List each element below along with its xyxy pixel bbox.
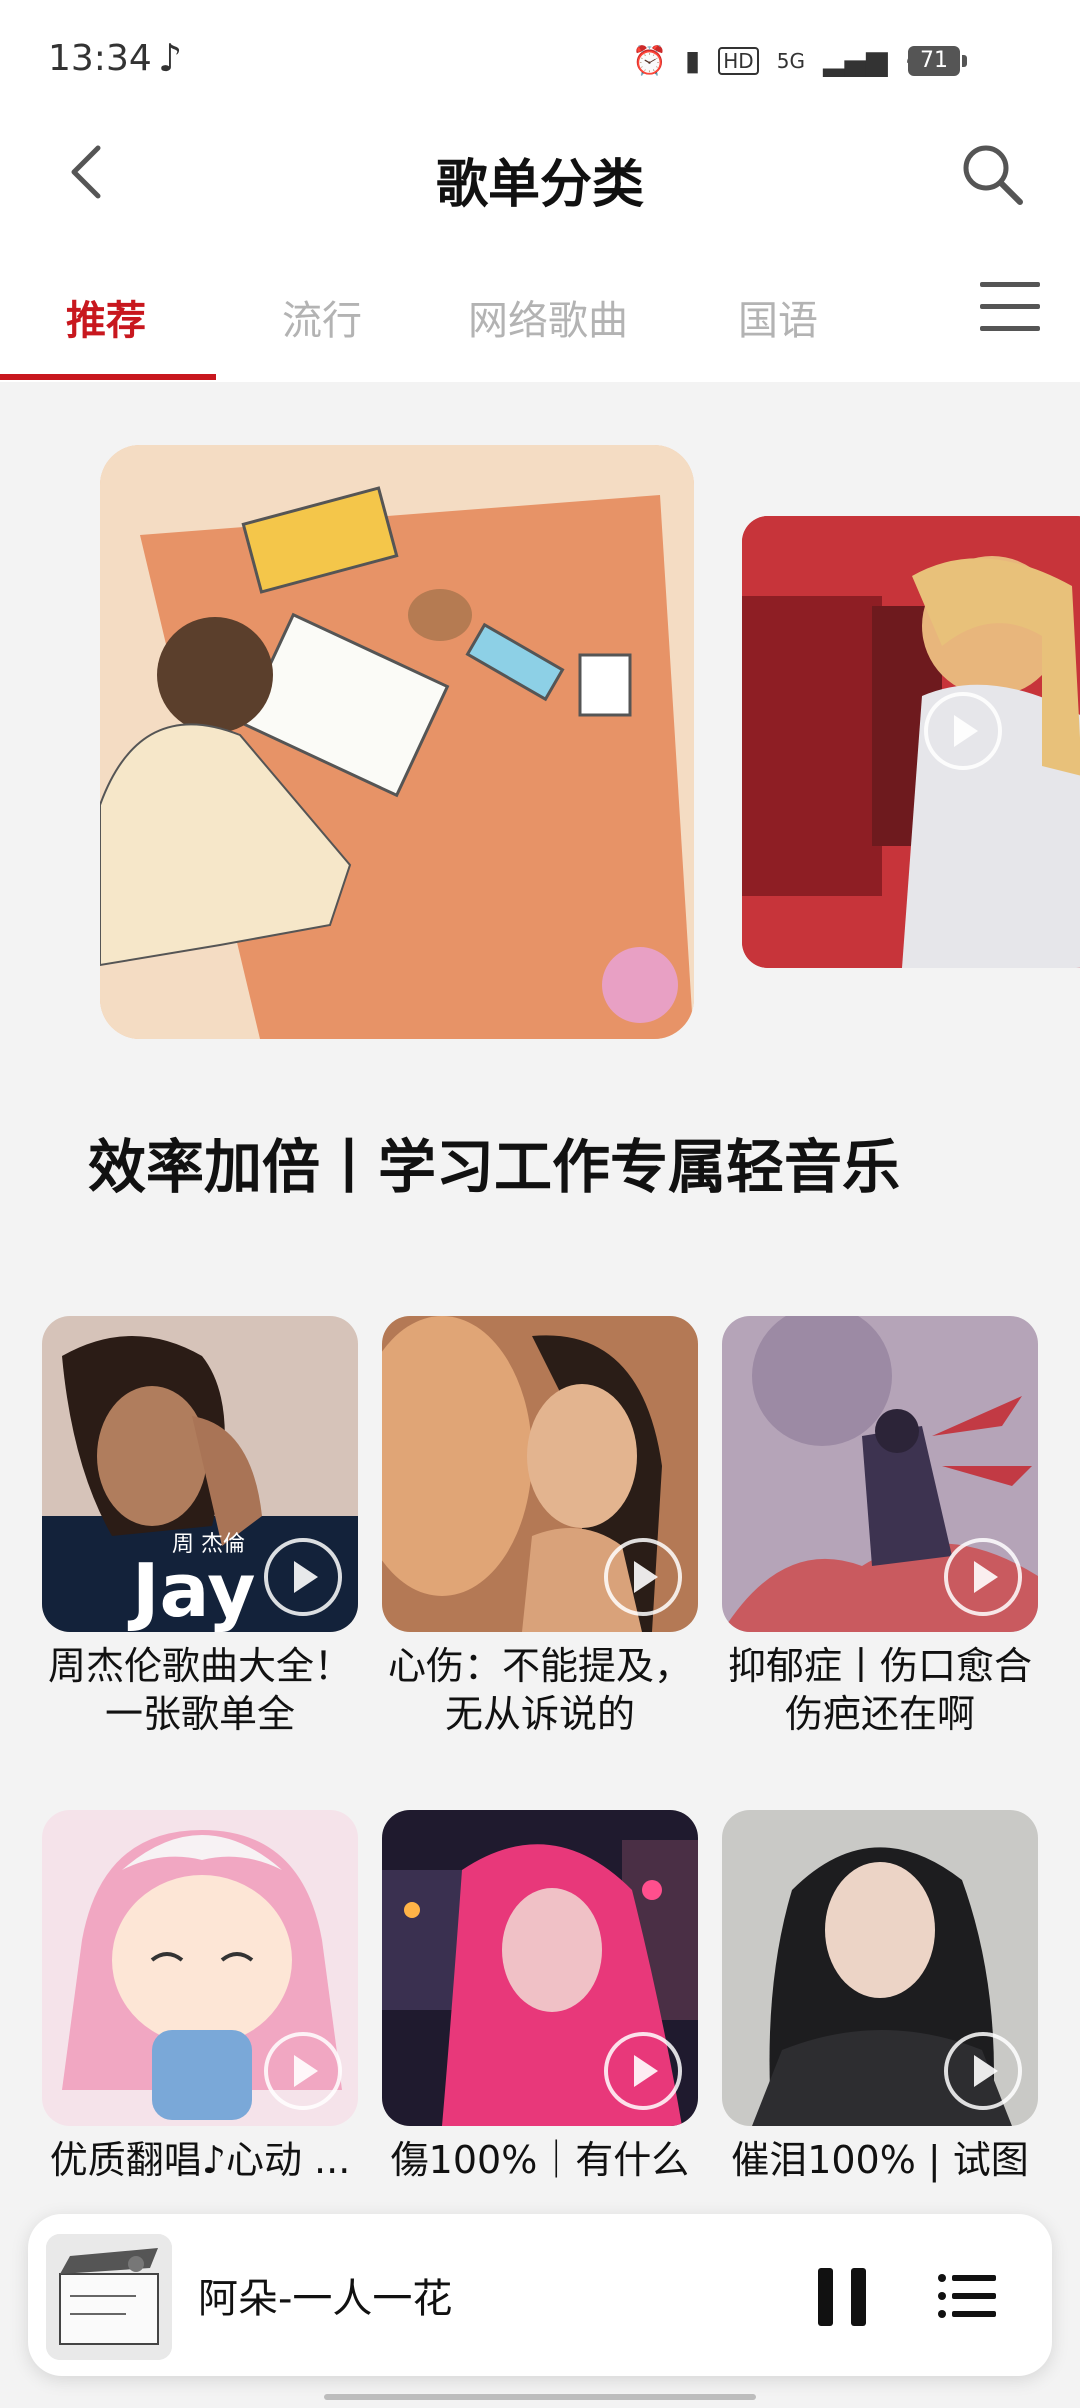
svg-text:Jay: Jay (127, 1548, 255, 1632)
tab-internet-songs[interactable]: 网络歌曲 (468, 288, 628, 346)
tab-popular[interactable]: 流行 (282, 288, 362, 346)
now-playing-cover[interactable] (46, 2234, 172, 2360)
search-icon[interactable] (958, 140, 1028, 210)
music-note-icon: ♪ (158, 36, 183, 80)
play-icon (604, 1538, 682, 1616)
header: 歌单分类 (0, 120, 1080, 230)
network-label: 5G (776, 48, 805, 73)
playlist-cover[interactable] (382, 1810, 698, 2126)
banner-cover[interactable] (100, 445, 694, 1039)
tab-mandarin[interactable]: 国语 (738, 288, 818, 346)
status-bar: 13:34 ♪ ⏰ ▮ HD 5G ▂▄▆ ◠ 71 (0, 0, 1080, 120)
play-icon (924, 692, 1002, 770)
play-icon (264, 1538, 342, 1616)
mini-player[interactable]: 阿朵-一人一花 (28, 2214, 1052, 2376)
now-playing-title: 阿朵-一人一花 (198, 2276, 453, 2322)
playlist-title: 抑郁症丨伤口愈合伤疤还在啊 (727, 1644, 1032, 1736)
signal-icon: ▂▄▆ (822, 44, 888, 77)
play-icon (604, 2032, 682, 2110)
home-indicator[interactable] (324, 2394, 756, 2400)
play-icon (264, 2032, 342, 2110)
alarm-icon: ⏰ (631, 44, 667, 77)
banner-photo (742, 516, 1080, 968)
active-tab-indicator (0, 374, 216, 380)
banner-cover-next[interactable] (742, 516, 1080, 968)
playlist-cover[interactable] (722, 1316, 1038, 1632)
vibrate-icon: ▮ (684, 44, 701, 77)
hd-icon: HD (718, 46, 759, 75)
category-tabs: 推荐 流行 网络歌曲 国语 (0, 250, 1080, 380)
pause-icon[interactable] (818, 2268, 868, 2326)
banner-title: 效率加倍丨学习工作专属轻音乐 (88, 1133, 901, 1201)
status-icons: ⏰ ▮ HD 5G ▂▄▆ ◠ (632, 44, 930, 77)
tab-recommend[interactable]: 推荐 (66, 288, 146, 346)
playlist-cover[interactable] (722, 1810, 1038, 2126)
play-icon (944, 1538, 1022, 1616)
playlist-cover[interactable]: Jay 周 杰倫 (42, 1316, 358, 1632)
banner-illustration (100, 445, 694, 1039)
status-time: 13:34 (48, 38, 152, 79)
list-icon[interactable] (938, 2272, 998, 2320)
page-title: 歌单分类 (435, 155, 644, 215)
playlist-title: 周杰伦歌曲大全！一张歌单全 (47, 1644, 352, 1736)
playlist-title: 心伤：不能提及，无从诉说的 (387, 1644, 692, 1736)
playlist-cover[interactable] (42, 1810, 358, 2126)
top-area: 13:34 ♪ ⏰ ▮ HD 5G ▂▄▆ ◠ 71 歌单分类 推荐 流行 网络… (0, 0, 1080, 382)
battery-icon: 71 (908, 46, 967, 76)
play-icon (944, 2032, 1022, 2110)
playlist-cover[interactable] (382, 1316, 698, 1632)
menu-icon[interactable] (980, 282, 1040, 332)
svg-text:周 杰倫: 周 杰倫 (172, 1532, 245, 1557)
